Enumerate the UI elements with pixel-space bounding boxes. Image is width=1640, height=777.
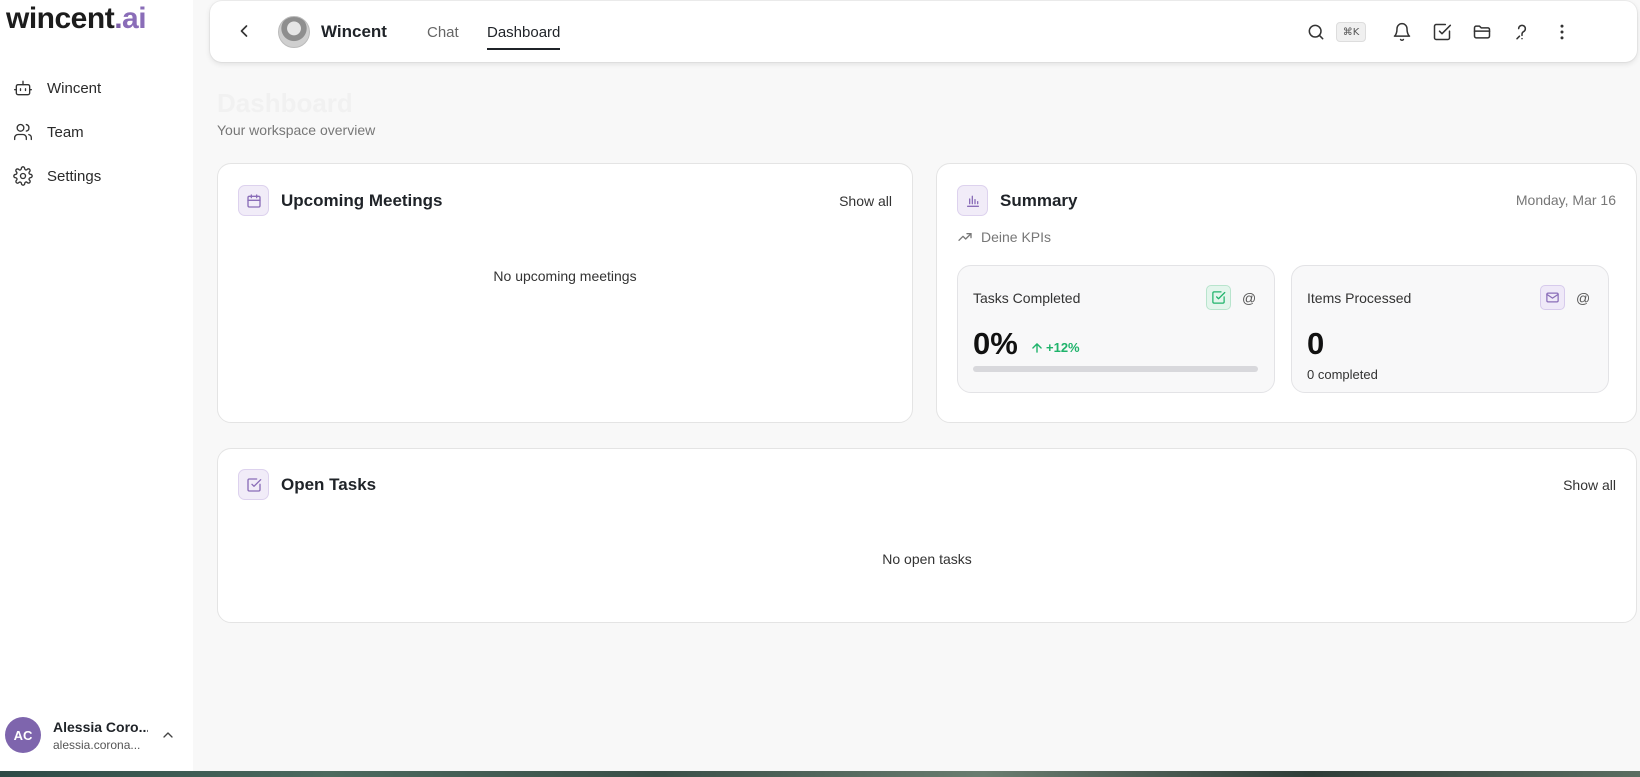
sidebar-item-wincent[interactable]: Wincent xyxy=(10,66,186,110)
main-area: Wincent Chat Dashboard ⌘K Dashboard Your… xyxy=(193,0,1640,771)
show-all-tasks-link[interactable]: Show all xyxy=(1563,477,1616,493)
shortcut-badge: ⌘K xyxy=(1336,22,1366,42)
kpi-at-symbol: @ xyxy=(1576,290,1591,306)
sidebar-item-label: Settings xyxy=(47,167,102,185)
progress-bar xyxy=(973,366,1258,372)
bell-icon[interactable] xyxy=(1391,21,1413,43)
sidebar: wincent.ai Wincent Team Settings AC Ales… xyxy=(0,0,193,771)
upcoming-meetings-card: Upcoming Meetings Show all No upcoming m… xyxy=(217,163,913,423)
check-square-icon xyxy=(238,469,269,500)
card-title: Summary xyxy=(1000,191,1078,210)
user-name: Alessia Coro... xyxy=(53,718,148,735)
kpi-label-text: Deine KPIs xyxy=(981,229,1052,245)
check-square-icon[interactable] xyxy=(1431,21,1453,43)
brand-logo[interactable]: wincent.ai xyxy=(6,2,147,36)
logo-dot: . xyxy=(114,2,123,35)
arrow-up-icon xyxy=(1030,341,1044,355)
avatar: AC xyxy=(5,717,41,753)
empty-state-text: No upcoming meetings xyxy=(493,268,637,284)
agent-avatar xyxy=(278,16,310,48)
kpi-name: Tasks Completed xyxy=(973,290,1081,306)
kpi-value: 0 xyxy=(1307,326,1325,361)
kpi-delta-text: +12% xyxy=(1046,340,1080,355)
gear-icon xyxy=(12,165,34,187)
check-square-icon xyxy=(1206,285,1231,310)
tab-chat[interactable]: Chat xyxy=(427,24,459,41)
chevron-up-icon[interactable] xyxy=(160,727,176,743)
more-vertical-icon[interactable] xyxy=(1551,21,1573,43)
users-icon xyxy=(12,121,34,143)
bar-chart-icon xyxy=(957,185,988,216)
date-label: Monday, Mar 16 xyxy=(1515,192,1616,208)
sidebar-nav: Wincent Team Settings xyxy=(10,66,186,198)
agent-name: Wincent xyxy=(321,22,387,41)
user-email: alessia.corona... xyxy=(53,737,141,752)
search-icon[interactable] xyxy=(1305,21,1327,43)
kpi-delta: +12% xyxy=(1030,340,1080,355)
calendar-icon xyxy=(238,185,269,216)
kpi-subtext: 0 completed xyxy=(1307,367,1378,382)
show-all-meetings-link[interactable]: Show all xyxy=(839,193,892,209)
sidebar-item-label: Wincent xyxy=(47,79,102,97)
page-subtitle: Your workspace overview xyxy=(217,122,376,138)
user-info: Alessia Coro... alessia.corona... xyxy=(53,719,148,752)
summary-card: Summary Monday, Mar 16 Deine KPIs Tasks … xyxy=(936,163,1637,423)
background-photo-strip xyxy=(0,771,1640,777)
kpi-value: 0% xyxy=(973,326,1018,361)
help-icon[interactable] xyxy=(1511,21,1533,43)
back-icon[interactable] xyxy=(234,21,254,41)
page-title: Dashboard xyxy=(217,88,353,118)
empty-state-text: No open tasks xyxy=(882,551,972,567)
open-tasks-card: Open Tasks Show all No open tasks xyxy=(217,448,1637,623)
trending-up-icon xyxy=(957,229,973,245)
logo-text: wincent xyxy=(6,2,115,35)
folder-icon[interactable] xyxy=(1471,21,1493,43)
bot-icon xyxy=(12,77,34,99)
kpi-name: Items Processed xyxy=(1307,290,1412,306)
user-menu[interactable]: AC Alessia Coro... alessia.corona... xyxy=(5,716,185,754)
card-title: Upcoming Meetings xyxy=(281,191,443,210)
kpi-at-symbol: @ xyxy=(1242,290,1257,306)
tab-dashboard[interactable]: Dashboard xyxy=(487,24,561,50)
mail-icon xyxy=(1540,285,1565,310)
logo-ai: ai xyxy=(122,2,147,35)
sidebar-item-team[interactable]: Team xyxy=(10,110,186,154)
sidebar-item-settings[interactable]: Settings xyxy=(10,154,186,198)
kpi-card-items-processed: Items Processed @ 0 0 completed xyxy=(1291,265,1609,393)
kpi-section-label: Deine KPIs xyxy=(957,229,1051,245)
sidebar-item-label: Team xyxy=(47,123,84,141)
top-bar: Wincent Chat Dashboard ⌘K xyxy=(210,1,1637,62)
kpi-card-tasks-completed: Tasks Completed @ 0% +12% xyxy=(957,265,1275,393)
card-title: Open Tasks xyxy=(281,475,377,494)
